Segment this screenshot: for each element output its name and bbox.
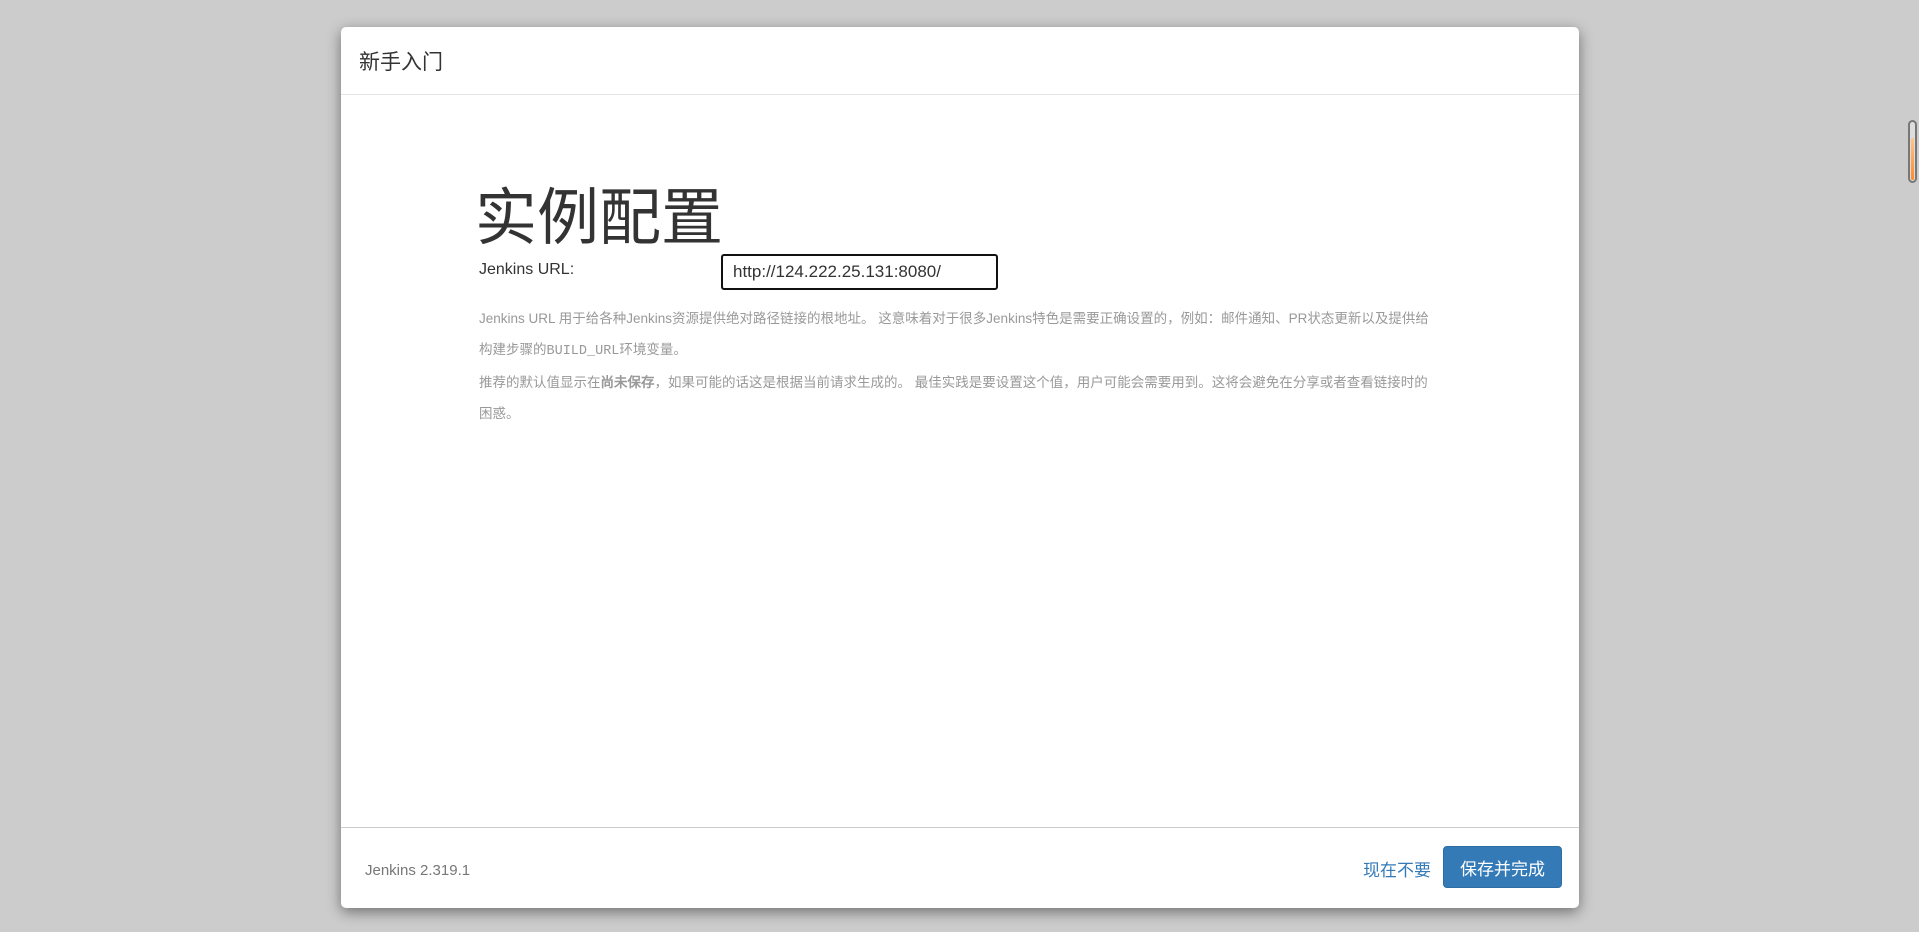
dialog-header: 新手入门 [341, 27, 1579, 95]
setup-wizard-dialog: 新手入门 实例配置 Jenkins URL: Jenkins URL 用于给各种… [341, 27, 1579, 908]
scrollbar[interactable] [1908, 120, 1917, 183]
save-and-finish-button[interactable]: 保存并完成 [1443, 846, 1562, 888]
help-paragraph-2: 推荐的默认值显示在尚未保存，如果可能的话这是根据当前请求生成的。 最佳实践是要设… [479, 367, 1429, 429]
scrollbar-thumb[interactable] [1911, 138, 1914, 180]
help-text: Jenkins URL 用于给各种Jenkins资源提供绝对路径链接的根地址。 … [479, 303, 1429, 429]
jenkins-url-label: Jenkins URL: [479, 261, 575, 278]
help-text-1-end: 环境变量。 [619, 342, 687, 357]
build-url-code: BUILD_URL [546, 344, 620, 359]
jenkins-url-input[interactable] [721, 254, 998, 290]
help-text-2: 推荐的默认值显示在 [479, 375, 601, 390]
help-paragraph-1: Jenkins URL 用于给各种Jenkins资源提供绝对路径链接的根地址。 … [479, 303, 1429, 367]
dialog-title: 新手入门 [359, 50, 443, 74]
dialog-footer: Jenkins 2.319.1 现在不要 保存并完成 [341, 827, 1579, 908]
not-saved-emphasis: 尚未保存 [600, 375, 655, 390]
page-title: 实例配置 [475, 184, 724, 253]
version-label: Jenkins 2.319.1 [365, 862, 471, 879]
skip-button[interactable]: 现在不要 [1363, 856, 1431, 881]
